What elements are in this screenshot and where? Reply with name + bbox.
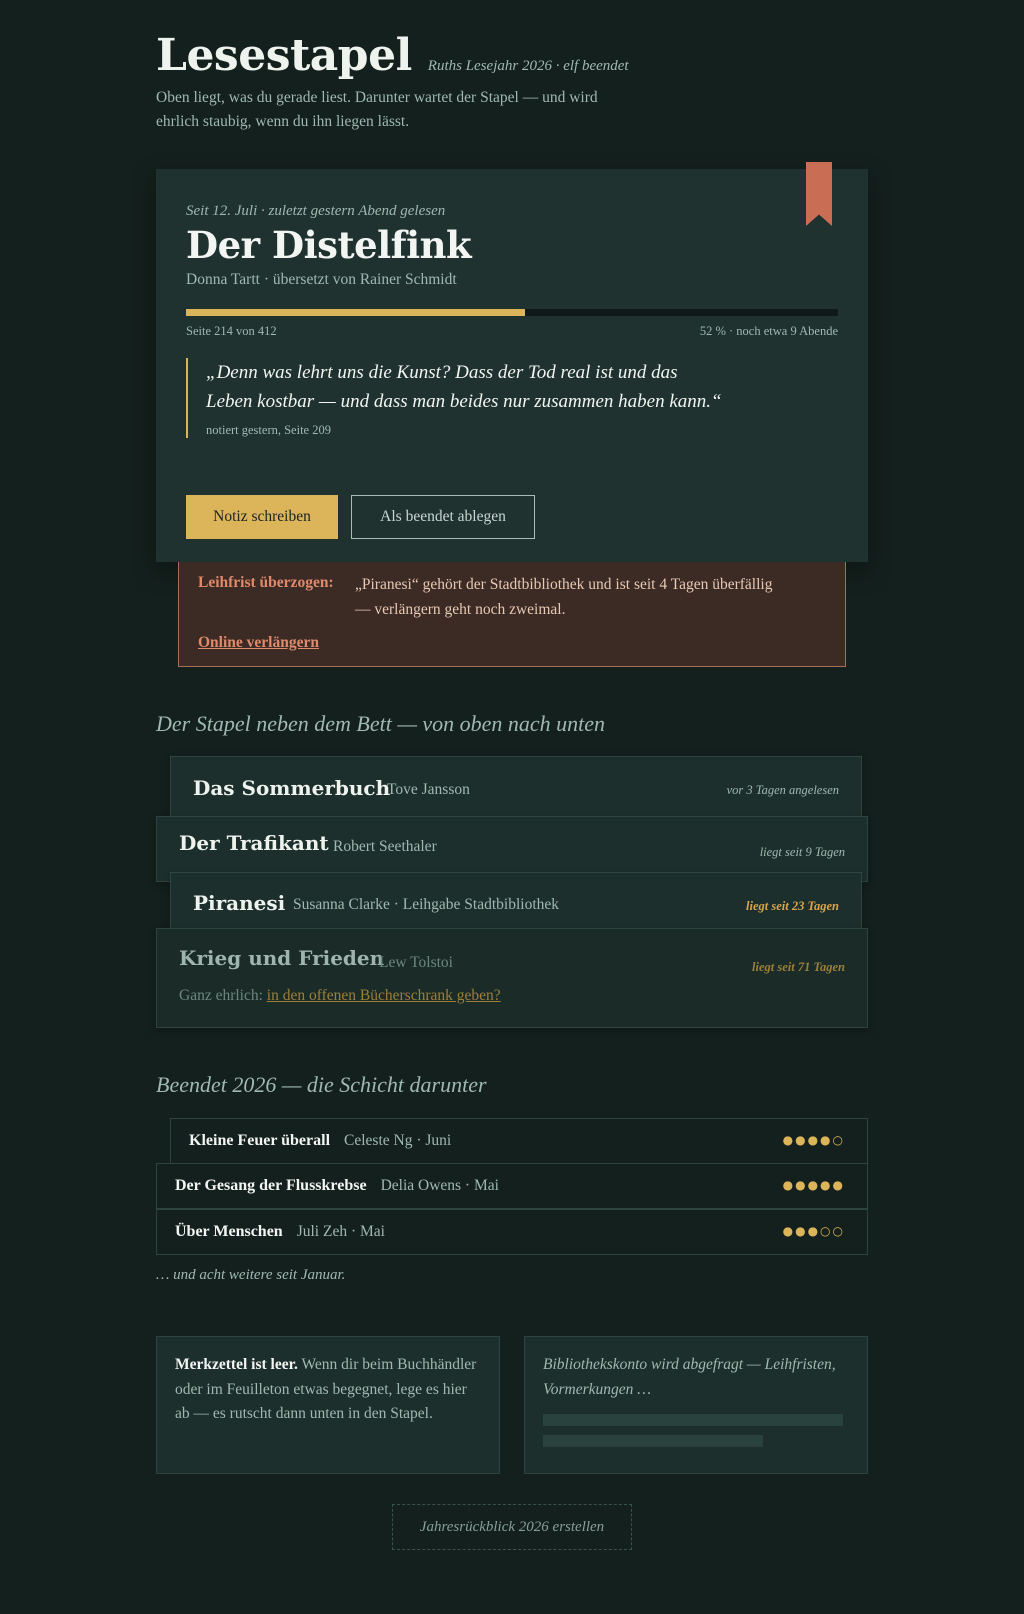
current-book-card: Seit 12. Juli · zuletzt gestern Abend ge… xyxy=(156,162,868,562)
bookmark-icon xyxy=(806,162,832,226)
bookshelf-link[interactable]: in den offenen Bücherschrank geben? xyxy=(267,987,501,1004)
mark-finished-button[interactable]: Als beendet ablegen xyxy=(351,495,535,539)
more-finished-note: … und acht weitere seit Januar. xyxy=(156,1267,346,1283)
shelf-suggestion: Ganz ehrlich: in den offenen Bücherschra… xyxy=(179,987,501,1005)
stack-item-title: Piranesi xyxy=(193,891,286,915)
stack-item-age: liegt seit 9 Tagen xyxy=(759,845,845,859)
stack-item[interactable]: Krieg und Frieden Lew Tolstoi liegt seit… xyxy=(156,928,868,1028)
rating-stars: ●●●○○ xyxy=(782,1224,845,1238)
finished-row[interactable]: Über Menschen Juli Zeh · Mai ●●●○○ xyxy=(156,1209,868,1255)
wishlist-card: Merkzettel ist leer. Wenn dir beim Buchh… xyxy=(156,1336,500,1474)
finished-title: Über Menschen xyxy=(175,1223,283,1240)
header: Lesestapel Ruths Lesejahr 2026 · elf bee… xyxy=(156,30,629,81)
app-title: Lesestapel xyxy=(156,30,412,81)
stack-heading: Der Stapel neben dem Bett — von oben nac… xyxy=(156,711,606,736)
wishlist-empty-label: Merkzettel ist leer. xyxy=(175,1356,298,1373)
stack-item-author: Tove Jansson xyxy=(387,781,470,798)
intro-text: Oben liegt, was du gerade liest. Darunte… xyxy=(156,89,598,130)
finished-heading: Beendet 2026 — die Schicht darunter xyxy=(156,1072,487,1097)
stack-item-age: liegt seit 71 Tagen xyxy=(752,960,845,974)
overdue-alert: Leihfrist überzogen: „Piranesi“ gehört d… xyxy=(178,562,846,667)
alert-text: „Piranesi“ gehört der Stadtbibliothek un… xyxy=(355,576,773,618)
stack-item-title: Krieg und Frieden xyxy=(179,946,385,970)
current-meta: Seit 12. Juli · zuletzt gestern Abend ge… xyxy=(186,203,446,219)
quote-text: „Denn was lehrt uns die Kunst? Dass der … xyxy=(206,362,722,412)
loading-skeleton-line xyxy=(543,1414,843,1426)
finished-title: Kleine Feuer überall xyxy=(189,1132,331,1149)
current-title: Der Distelfink xyxy=(186,223,472,267)
renew-online-link[interactable]: Online verlängern xyxy=(198,634,319,652)
finished-row[interactable]: Der Gesang der Flusskrebse Delia Owens ·… xyxy=(156,1163,868,1209)
stack-item-author: Lew Tolstoi xyxy=(379,954,453,971)
shelf-suggestion-prefix: Ganz ehrlich: xyxy=(179,987,263,1004)
app-subtitle: Ruths Lesejahr 2026 · elf beendet xyxy=(427,58,629,74)
progress-pages: Seite 214 von 412 xyxy=(186,324,277,338)
progress-percent: 52 % · noch etwa 9 Abende xyxy=(699,324,838,338)
finished-meta: Juli Zeh · Mai xyxy=(296,1223,385,1240)
alert-label: Leihfrist überzogen: xyxy=(198,574,334,591)
quote-source: notiert gestern, Seite 209 xyxy=(206,423,331,437)
stack-item-title: Der Trafikant xyxy=(179,831,329,855)
write-note-button[interactable]: Notiz schreiben xyxy=(186,495,338,539)
finished-meta: Celeste Ng · Juni xyxy=(344,1132,452,1149)
stack-item-age: vor 3 Tagen angelesen xyxy=(726,783,839,797)
stack-item-title: Das Sommerbuch xyxy=(193,776,391,800)
stack-item[interactable]: Piranesi Susanna Clarke · Leihgabe Stadt… xyxy=(170,872,862,932)
reading-progress-fill xyxy=(186,309,526,316)
stack-item-author: Robert Seethaler xyxy=(333,838,437,855)
loading-skeleton-line xyxy=(543,1435,763,1447)
year-review-button[interactable]: Jahresrückblick 2026 erstellen xyxy=(392,1504,632,1550)
rating-stars: ●●●●○ xyxy=(782,1133,845,1147)
rating-stars: ●●●●● xyxy=(782,1178,845,1192)
stack-item-age: liegt seit 23 Tagen xyxy=(746,899,839,913)
finished-row[interactable]: Kleine Feuer überall Celeste Ng · Juni ●… xyxy=(170,1118,868,1164)
reading-progress-bar xyxy=(186,309,838,316)
stack-item[interactable]: Das Sommerbuch Tove Jansson vor 3 Tagen … xyxy=(170,756,862,818)
wishlist-text: Merkzettel ist leer. Wenn dir beim Buchh… xyxy=(175,1353,481,1427)
finished-meta: Delia Owens · Mai xyxy=(380,1177,499,1194)
library-loading-text: Bibliothekskonto wird abgefragt — Leihfr… xyxy=(543,1356,836,1398)
quote-block: „Denn was lehrt uns die Kunst? Dass der … xyxy=(186,358,726,438)
stack-item-author: Susanna Clarke · Leihgabe Stadtbibliothe… xyxy=(293,896,560,913)
finished-title: Der Gesang der Flusskrebse xyxy=(175,1177,367,1194)
library-card: Bibliothekskonto wird abgefragt — Leihfr… xyxy=(524,1336,868,1474)
current-author: Donna Tartt · übersetzt von Rainer Schmi… xyxy=(186,271,457,288)
